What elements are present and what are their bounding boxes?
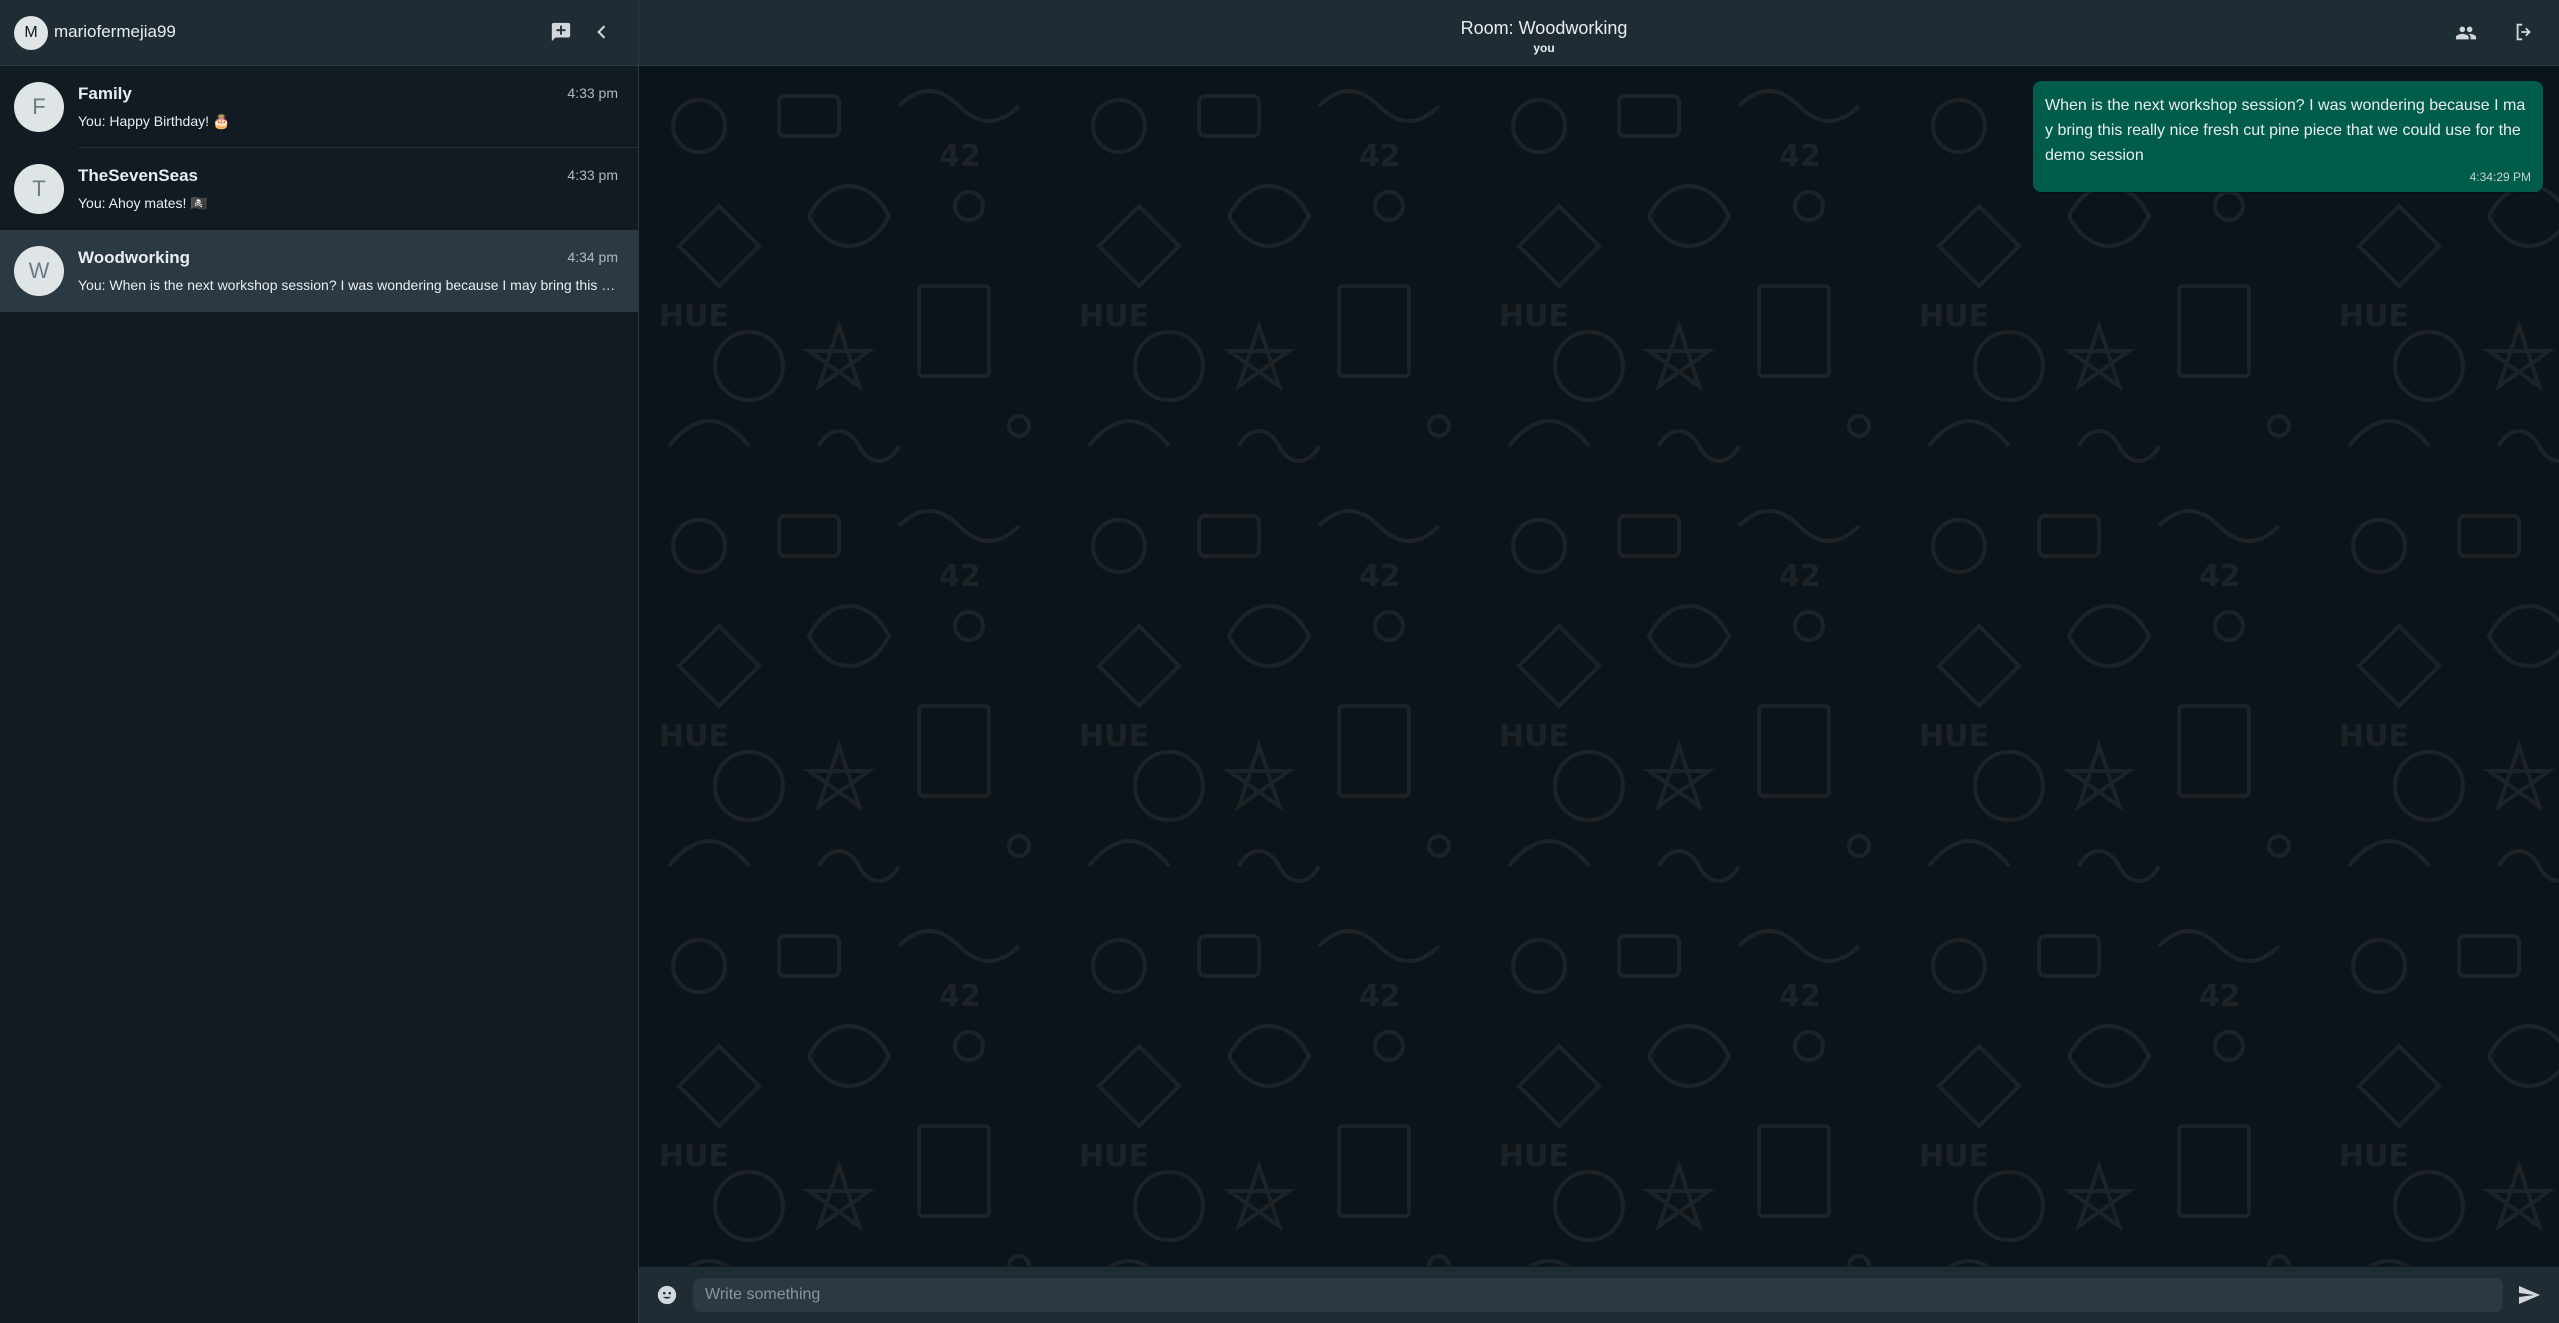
people-icon[interactable] (2451, 18, 2481, 48)
user-avatar[interactable]: M (14, 16, 48, 50)
room-title: Room: Woodworking (1460, 18, 1628, 38)
message-bubble-outgoing[interactable]: When is the next workshop session? I was… (2033, 81, 2543, 192)
chat-item-thesevenseas[interactable]: T TheSevenSeas 4:33 pm You: Ahoy mates! … (0, 148, 638, 230)
chat-time: 4:33 pm (567, 167, 618, 183)
sidebar: M mariofermejia99 F Family 4:33 pm You: … (0, 0, 639, 1323)
chat-preview: You: When is the next workshop session? … (78, 277, 618, 293)
chat-item-family[interactable]: F Family 4:33 pm You: Happy Birthday! 🎂 (0, 66, 638, 148)
room-header: Room: Woodworking you (639, 0, 2559, 66)
composer (639, 1267, 2559, 1323)
avatar: F (14, 82, 64, 132)
sidebar-header: M mariofermejia99 (0, 0, 638, 66)
avatar: W (14, 246, 64, 296)
chat-time: 4:34 pm (567, 249, 618, 265)
room-members-subtitle: you (1533, 41, 1555, 55)
username: mariofermejia99 (54, 22, 176, 41)
chat-name: Woodworking (78, 248, 191, 267)
message-text: When is the next workshop session? I was… (2045, 97, 2526, 164)
chevron-left-icon[interactable] (587, 17, 617, 47)
avatar: T (14, 164, 64, 214)
chat-preview: You: Ahoy mates! 🏴‍☠️ (78, 195, 208, 211)
message-time: 4:34:29 PM (2469, 170, 2531, 184)
chat-name: Family (78, 84, 132, 103)
send-icon[interactable] (2513, 1279, 2545, 1311)
chat-preview: You: Happy Birthday! 🎂 (78, 113, 231, 129)
chat-time: 4:33 pm (567, 85, 618, 101)
logout-icon[interactable] (2509, 17, 2539, 47)
chat-panel: Room: Woodworking you When is the next w… (639, 0, 2559, 1323)
message-area[interactable]: 42 HUE When is the next workshop session… (639, 66, 2559, 1266)
emoji-icon[interactable] (651, 1279, 683, 1311)
doodle-background: 42 HUE (639, 66, 2559, 1266)
chat-item-woodworking[interactable]: W Woodworking 4:34 pm You: When is the n… (0, 230, 638, 312)
message-input[interactable] (693, 1278, 2503, 1312)
new-chat-icon[interactable] (546, 17, 576, 47)
chat-name: TheSevenSeas (78, 166, 199, 185)
